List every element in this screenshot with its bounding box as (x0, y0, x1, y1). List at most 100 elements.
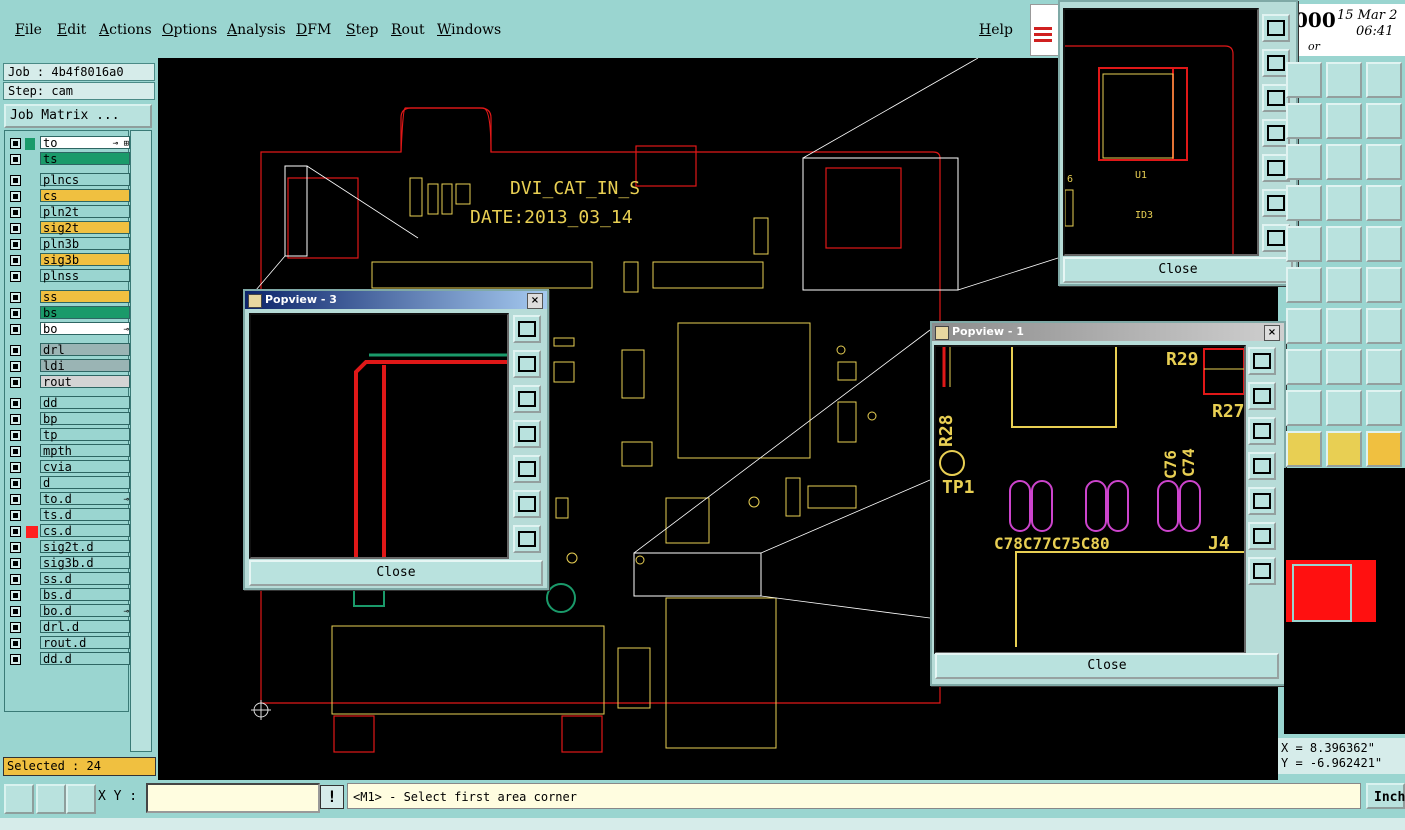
layer-checkbox[interactable] (10, 154, 21, 165)
popview-3-titlebar[interactable]: Popview - 3 (245, 291, 547, 309)
layer-row[interactable]: rout (7, 375, 130, 389)
popup-tool-button[interactable] (1248, 417, 1276, 445)
palette-tool-button[interactable] (1286, 390, 1322, 426)
palette-tool-button[interactable] (1326, 62, 1362, 98)
layer-checkbox[interactable] (10, 590, 21, 601)
layer-name[interactable]: dd.d (40, 652, 130, 666)
palette-tool-button[interactable] (1366, 144, 1402, 180)
layer-name[interactable]: plncs (40, 173, 130, 187)
layer-checkbox[interactable] (10, 138, 21, 149)
layer-row[interactable]: pln2t (7, 205, 130, 219)
palette-tool-button[interactable] (1366, 103, 1402, 139)
layer-row[interactable]: to ⊸ ⊞ (7, 136, 130, 150)
palette-tool-button[interactable] (1326, 144, 1362, 180)
layer-checkbox[interactable] (10, 324, 21, 335)
popup-tool-button[interactable] (513, 490, 541, 518)
layer-row[interactable]: ldi (7, 359, 130, 373)
popup-tool-button[interactable] (513, 420, 541, 448)
layer-checkbox[interactable] (10, 478, 21, 489)
popup-tool-button[interactable] (513, 525, 541, 553)
layer-checkbox[interactable] (10, 526, 21, 537)
layer-row[interactable]: drl (7, 343, 130, 357)
palette-tool-button[interactable] (1286, 62, 1322, 98)
menu-step[interactable]: Step (346, 22, 378, 38)
layer-row[interactable]: drl.d (7, 620, 130, 634)
units-button[interactable]: Inch (1366, 783, 1405, 809)
popup-tool-button[interactable] (1248, 382, 1276, 410)
layer-name[interactable]: ss (40, 290, 130, 304)
layer-row[interactable]: cs.d (7, 524, 130, 538)
layer-checkbox[interactable] (10, 398, 21, 409)
layer-checkbox[interactable] (10, 494, 21, 505)
layer-row[interactable]: bo.d ⊸ (7, 604, 130, 618)
palette-tool-button[interactable] (1366, 349, 1402, 385)
menu-dfm[interactable]: DFM (296, 22, 331, 38)
palette-tool-button[interactable] (1326, 431, 1362, 467)
layer-name[interactable]: cvia (40, 460, 130, 474)
layer-checkbox[interactable] (10, 308, 21, 319)
popup-tool-button[interactable] (513, 350, 541, 378)
layer-row[interactable]: ts.d (7, 508, 130, 522)
palette-tool-button[interactable] (1366, 62, 1402, 98)
layer-row[interactable]: d (7, 476, 130, 490)
layer-checkbox[interactable] (10, 542, 21, 553)
layer-row[interactable]: cs (7, 189, 130, 203)
layer-name[interactable]: bo ⊸ (40, 322, 130, 336)
layer-name[interactable]: cs (40, 189, 130, 203)
menu-windows[interactable]: Windows (437, 22, 501, 38)
layer-row[interactable]: ss.d (7, 572, 130, 586)
layer-name[interactable]: d (40, 476, 130, 490)
popview-3-close-button[interactable]: Close (249, 560, 543, 586)
layer-checkbox[interactable] (10, 622, 21, 633)
layer-row[interactable]: rout.d (7, 636, 130, 650)
popview-1-close-button[interactable]: Close (935, 653, 1279, 679)
palette-tool-button[interactable] (1286, 226, 1322, 262)
zoom-fit-icon[interactable] (4, 784, 34, 814)
palette-tool-button[interactable] (1366, 431, 1402, 467)
layer-name[interactable]: bp (40, 412, 130, 426)
layer-row[interactable]: sig3b.d (7, 556, 130, 570)
popview-2-viewport[interactable]: U1 ID3 6 (1063, 8, 1259, 256)
palette-tool-button[interactable] (1286, 267, 1322, 303)
layer-row[interactable]: to.d ⊸ (7, 492, 130, 506)
popview-1-titlebar[interactable]: Popview - 1 (932, 323, 1284, 341)
layer-row[interactable]: bs (7, 306, 130, 320)
palette-tool-button[interactable] (1326, 308, 1362, 344)
popup-tool-button[interactable] (1248, 452, 1276, 480)
menu-actions[interactable]: Actions (99, 22, 152, 38)
palette-tool-button[interactable] (1366, 390, 1402, 426)
layer-checkbox[interactable] (10, 223, 21, 234)
palette-tool-button[interactable] (1286, 103, 1322, 139)
layer-row[interactable]: ts (7, 152, 130, 166)
layer-checkbox[interactable] (10, 207, 21, 218)
popview-2-close-button[interactable]: Close (1063, 257, 1293, 283)
layer-name[interactable]: pln2t (40, 205, 130, 219)
layer-checkbox[interactable] (10, 446, 21, 457)
palette-tool-button[interactable] (1286, 431, 1322, 467)
palette-tool-button[interactable] (1326, 267, 1362, 303)
layer-name[interactable]: to ⊸ ⊞ (40, 136, 130, 150)
layer-name[interactable]: rout (40, 375, 130, 389)
layer-row[interactable]: sig2t.d (7, 540, 130, 554)
layer-row[interactable]: dd (7, 396, 130, 410)
layer-name[interactable]: dd (40, 396, 130, 410)
layer-checkbox[interactable] (10, 430, 21, 441)
palette-tool-button[interactable] (1326, 185, 1362, 221)
layer-name[interactable]: to.d ⊸ (40, 492, 130, 506)
layer-checkbox[interactable] (10, 377, 21, 388)
layer-checkbox[interactable] (10, 255, 21, 266)
menu-analysis[interactable]: Analysis (227, 22, 286, 38)
layer-checkbox[interactable] (10, 462, 21, 473)
layer-checkbox[interactable] (10, 414, 21, 425)
menu-help[interactable]: Help (979, 22, 1013, 38)
layer-checkbox[interactable] (10, 606, 21, 617)
popup-tool-button[interactable] (513, 455, 541, 483)
layer-row[interactable]: sig3b (7, 253, 130, 267)
layer-name[interactable]: sig2t.d (40, 540, 130, 554)
layer-checkbox[interactable] (10, 175, 21, 186)
layer-row[interactable]: bo ⊸ (7, 322, 130, 336)
popview-1-close-x[interactable]: × (1264, 325, 1280, 341)
layer-name[interactable]: tp (40, 428, 130, 442)
menu-file[interactable]: File (15, 22, 42, 38)
overview-window[interactable] (1284, 468, 1405, 734)
